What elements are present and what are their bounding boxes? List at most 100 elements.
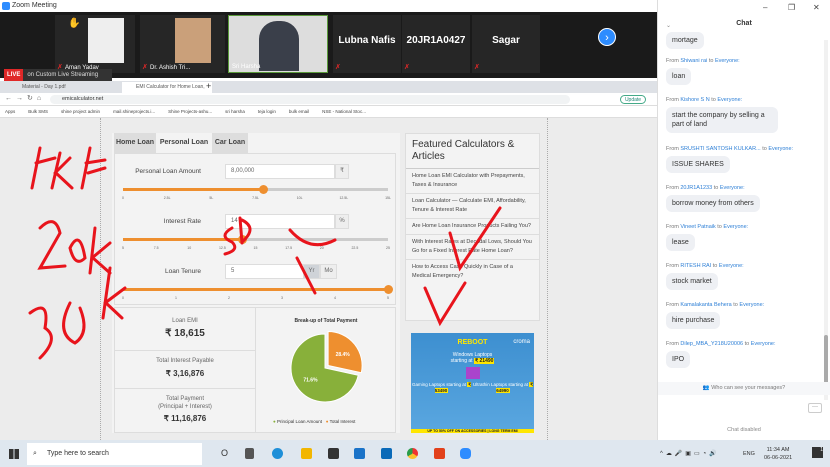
recipient[interactable]: Everyone: (739, 302, 764, 308)
recipient[interactable]: Everyone: (719, 263, 744, 269)
file-explorer-icon[interactable] (301, 448, 312, 459)
update-label: Update (624, 97, 642, 103)
more-options-button[interactable]: ··· (808, 403, 822, 413)
system-tray-icons[interactable]: ^☁🎤▣▭◔🔊 (660, 450, 720, 457)
cortana-icon[interactable]: O (221, 448, 228, 458)
participant-name: 20JR1A0427 (406, 35, 466, 46)
participant-tile[interactable]: ✗ Dr. Ashish Tri... (140, 15, 225, 73)
participant-tile[interactable]: Sagar ✗ (472, 15, 540, 73)
to-word: to (708, 58, 714, 64)
bookmark[interactable]: bulk email (289, 109, 309, 114)
to-word: to (733, 302, 738, 308)
new-tab-button[interactable]: + (206, 81, 211, 91)
from-word: From (666, 341, 679, 347)
participant-tile[interactable]: Lubna Nafis ✗ (333, 15, 401, 73)
window-title: Zoom Meeting (12, 2, 57, 9)
app-icon[interactable] (381, 448, 392, 459)
sender-name[interactable]: 20JR1A1233 (680, 185, 712, 191)
participant-tile[interactable]: 20JR1A0427 ✗ (402, 15, 470, 73)
address-bar[interactable]: emicalculator.net (50, 95, 570, 104)
chat-message-sender: From RITESH RAI to Everyone: (666, 263, 744, 269)
recipient[interactable]: Everyone: (723, 224, 748, 230)
to-word: to (744, 341, 750, 347)
task-view-icon[interactable] (245, 448, 254, 459)
edge-icon[interactable] (272, 448, 283, 459)
clock[interactable]: 11:34 AM 06-06-2021 (764, 446, 792, 462)
chat-message: mortage (666, 32, 704, 49)
to-word: to (711, 97, 716, 103)
taskbar-search[interactable]: ⌕ Type here to search (27, 443, 202, 465)
sender-name[interactable]: Vineet Patnaik (680, 224, 715, 230)
browser-tab-bar: Material - Day 1.pdf EMI Calculator for … (0, 81, 657, 101)
bookmark[interactable]: shine project admin (61, 109, 100, 114)
bookmark[interactable]: NSE - National Stoc... (322, 109, 366, 114)
muted-mic-icon: ✗ (142, 64, 148, 71)
chat-message: ISSUE SHARES (666, 156, 730, 173)
recipient[interactable]: Everyone: (720, 185, 745, 191)
chat-disabled-text: Chat disabled (727, 427, 761, 433)
recipient[interactable]: Everyone: (768, 146, 793, 152)
handwritten-annotations (28, 146, 502, 360)
browser-tab[interactable]: Material - Day 1.pdf (8, 82, 118, 93)
update-button[interactable]: Update (620, 95, 646, 104)
browser-tab-active[interactable]: EMI Calculator for Home Loan, Car Loan (122, 82, 212, 101)
chat-panel: – ❐ ✕ ⌄ Chat mortage From Shiwani rai to… (657, 0, 830, 440)
bookmark[interactable]: Apps (5, 109, 15, 114)
chat-message: stock market (666, 273, 718, 290)
date: 06-06-2021 (764, 455, 793, 461)
from-word: From (666, 302, 679, 308)
minimize-button[interactable]: – (763, 3, 767, 12)
live-stream-indicator[interactable]: LIVEon Custom Live Streaming Service ▾ (4, 69, 112, 90)
bookmark[interactable]: Bulk SMS (28, 109, 48, 114)
recipient[interactable]: Everyone: (717, 97, 742, 103)
next-participants-button[interactable]: › (598, 28, 616, 46)
windows-start-icon[interactable] (9, 449, 19, 459)
chat-message-sender: From Kishore S N to Everyone: (666, 97, 742, 103)
search-placeholder: Type here to search (47, 450, 109, 457)
recipient[interactable]: Everyone: (751, 341, 776, 347)
sender-name[interactable]: Dilep_MBA_Y218U20006 (680, 341, 743, 347)
scroll-thumb[interactable] (824, 335, 828, 385)
sender-name[interactable]: SRUSHTI SANTOSH KULKAR... (680, 146, 760, 152)
participant-tile[interactable]: ✋ ✗ Aman Yadav (55, 15, 135, 73)
mail-icon[interactable] (354, 448, 365, 459)
from-word: From (666, 263, 679, 269)
zoom-taskbar-icon[interactable] (460, 448, 471, 459)
live-badge: LIVE (4, 69, 24, 81)
bookmark[interactable]: sri harsha (225, 109, 245, 114)
url-text: emicalculator.net (62, 96, 104, 102)
search-icon: ⌕ (33, 450, 37, 457)
participant-tile-active-speaker[interactable]: Sri Harsha (228, 15, 328, 73)
bookmark[interactable]: teja login (258, 109, 276, 114)
chrome-icon[interactable] (407, 448, 418, 459)
chat-message: lease (666, 234, 695, 251)
sender-name[interactable]: Kamalakanta Behera (680, 302, 731, 308)
store-icon[interactable] (328, 448, 339, 459)
office-icon[interactable] (434, 448, 445, 459)
notifications-icon[interactable]: 1 (812, 447, 823, 458)
sender-name[interactable]: Shiwani rai (680, 58, 707, 64)
muted-mic-icon: ✗ (474, 64, 480, 71)
language-indicator[interactable]: ENG (743, 451, 755, 457)
chat-scrollbar[interactable] (824, 40, 828, 400)
sender-name[interactable]: RITESH RAI (680, 263, 711, 269)
chat-message-sender: From Vineet Patnaik to Everyone: (666, 224, 748, 230)
participant-name: Lubna Nafis (338, 35, 396, 46)
who-can-see-button[interactable]: 👥 Who can see your messages? (658, 382, 830, 395)
zoom-logo-icon (2, 2, 10, 10)
window-titlebar: Zoom Meeting (0, 0, 657, 12)
chat-message-sender: From Shiwani rai to Everyone: (666, 58, 740, 64)
from-word: From (666, 97, 679, 103)
restore-button[interactable]: ❐ (788, 3, 795, 12)
from-word: From (666, 146, 679, 152)
from-word: From (666, 185, 679, 191)
nav-buttons-icon[interactable]: ←→↻⌂ (5, 94, 45, 102)
bookmark[interactable]: Shine Projects-ashu... (168, 109, 212, 114)
sender-name[interactable]: Kishore S N (680, 97, 709, 103)
recipient[interactable]: Everyone: (715, 58, 740, 64)
to-word: to (762, 146, 767, 152)
participant-video (175, 18, 211, 63)
close-button[interactable]: ✕ (813, 3, 820, 12)
bookmark[interactable]: mail.shineprojects.i... (113, 109, 155, 114)
who-can-see-label: Who can see your messages? (711, 385, 786, 391)
